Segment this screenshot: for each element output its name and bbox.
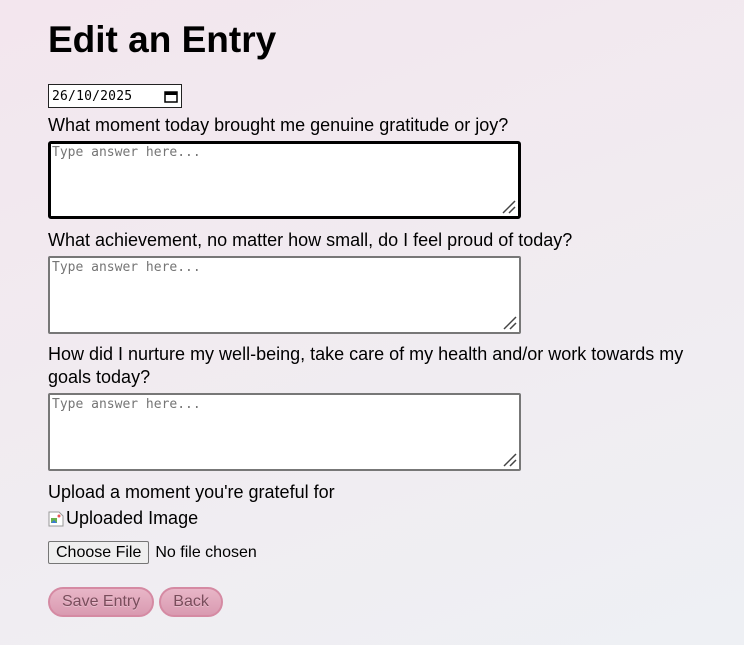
uploaded-image-alt: Uploaded Image (66, 508, 199, 528)
answer-2-field[interactable] (48, 256, 521, 334)
save-entry-button[interactable]: Save Entry (48, 587, 155, 617)
date-input[interactable]: 26/10/2025 (48, 84, 182, 108)
question-2-label: What achievement, no matter how small, d… (48, 230, 573, 250)
resize-grip-icon[interactable] (501, 451, 517, 467)
answer-1-textarea[interactable] (52, 145, 517, 215)
upload-label: Upload a moment you're grateful for (48, 482, 335, 502)
file-status: No file chosen (155, 543, 257, 561)
broken-image-icon (48, 511, 64, 526)
answer-2-textarea[interactable] (52, 260, 517, 330)
answer-3-textarea[interactable] (52, 397, 517, 467)
file-input[interactable]: Choose File No file chosen (48, 541, 257, 564)
calendar-icon[interactable] (164, 90, 178, 103)
uploaded-image: Uploaded Image (48, 507, 198, 530)
choose-file-button[interactable]: Choose File (48, 541, 150, 564)
back-button[interactable]: Back (159, 587, 223, 617)
resize-grip-icon[interactable] (500, 198, 516, 214)
page-title: Edit an Entry (48, 19, 277, 60)
resize-grip-icon[interactable] (501, 314, 517, 330)
action-buttons: Save Entry Back (48, 587, 223, 617)
question-1-label: What moment today brought me genuine gra… (48, 115, 509, 135)
question-3-label: How did I nurture my well-being, take ca… (48, 344, 684, 387)
answer-1-field[interactable] (48, 141, 521, 219)
date-value: 26/10/2025 (52, 88, 133, 104)
answer-3-field[interactable] (48, 393, 521, 471)
